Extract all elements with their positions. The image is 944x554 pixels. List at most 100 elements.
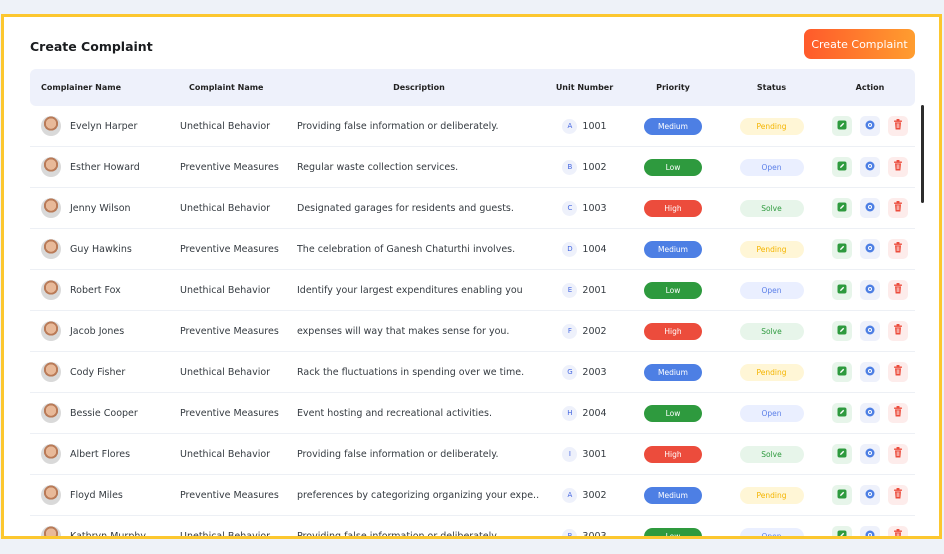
complainer-cell: Jacob Jones [30,321,171,341]
delete-button[interactable] [888,198,908,218]
view-button[interactable] [860,116,880,136]
complainer-name: Evelyn Harper [70,120,138,132]
column-header-complainer-name: Complainer Name [41,83,122,92]
view-button[interactable] [860,526,880,536]
edit-icon [837,202,847,215]
unit-letter-badge: F [562,323,578,339]
complaint-name: Preventive Measures [180,243,279,255]
action-cell [825,321,915,341]
scrollbar[interactable] [921,105,924,203]
priority-badge: Medium [644,486,702,504]
view-icon [865,161,875,174]
table-row: Jenny Wilson Unethical Behavior Designat… [30,188,915,229]
table-row: Bessie Cooper Preventive Measures Event … [30,393,915,434]
edit-button[interactable] [832,444,852,464]
view-button[interactable] [860,444,880,464]
complainer-name: Bessie Cooper [70,407,138,419]
avatar [41,239,61,259]
trash-icon [893,447,903,461]
view-icon [865,407,875,420]
table-row: Evelyn Harper Unethical Behavior Providi… [30,106,915,147]
delete-button[interactable] [888,444,908,464]
view-button[interactable] [860,157,880,177]
edit-button[interactable] [832,116,852,136]
action-cell [825,526,915,536]
delete-button[interactable] [888,362,908,382]
status-badge: Open [739,404,804,422]
unit-number: 2003 [582,366,607,378]
unit-number: 3002 [582,489,607,501]
edit-button[interactable] [832,403,852,423]
delete-button[interactable] [888,116,908,136]
delete-button[interactable] [888,280,908,300]
edit-button[interactable] [832,321,852,341]
unit-number: 2001 [582,284,607,296]
delete-button[interactable] [888,157,908,177]
delete-button[interactable] [888,321,908,341]
table-row: Floyd Miles Preventive Measures preferen… [30,475,915,516]
edit-button[interactable] [832,157,852,177]
edit-button[interactable] [832,280,852,300]
view-icon [865,530,875,536]
view-icon [865,243,875,256]
complaint-table: Complainer Name Complaint Name Descripti… [30,69,915,539]
view-button[interactable] [860,239,880,259]
complaint-panel: Create Complaint Create Complaint Compla… [1,14,942,539]
avatar [41,485,61,505]
priority-cell: Low [628,404,718,422]
table-row: Guy Hawkins Preventive Measures The cele… [30,229,915,270]
trash-icon [893,365,903,379]
view-button[interactable] [860,198,880,218]
priority-cell: Medium [628,117,718,135]
unit-cell: B 1002 [541,159,628,175]
complaint-description: Identify your largest expenditures enabl… [297,284,523,296]
avatar [41,526,61,536]
column-header-complaint-name: Complaint Name [189,83,264,92]
complainer-cell: Evelyn Harper [30,116,171,136]
complainer-cell: Floyd Miles [30,485,171,505]
complaint-name: Unethical Behavior [180,448,271,460]
complainer-name: Floyd Miles [70,489,123,501]
unit-letter-badge: E [562,282,578,298]
unit-letter-badge: D [562,241,578,257]
view-button[interactable] [860,280,880,300]
delete-button[interactable] [888,403,908,423]
unit-number: 3003 [582,530,607,539]
edit-button[interactable] [832,198,852,218]
priority-badge: Medium [644,240,702,258]
complaint-description: expenses will way that makes sense for y… [297,325,510,337]
edit-button[interactable] [832,526,852,536]
complainer-name: Albert Flores [70,448,131,460]
status-cell: Open [718,404,825,422]
status-badge: Open [739,281,804,299]
delete-button[interactable] [888,485,908,505]
view-button[interactable] [860,485,880,505]
status-badge: Solve [739,445,804,463]
unit-cell: I 3001 [541,446,628,462]
avatar [41,116,61,136]
unit-cell: H 2004 [541,405,628,421]
priority-badge: High [644,322,702,340]
edit-button[interactable] [832,239,852,259]
edit-button[interactable] [832,362,852,382]
create-complaint-button[interactable]: Create Complaint [804,29,915,59]
unit-letter-badge: I [562,446,578,462]
view-button[interactable] [860,403,880,423]
status-badge: Solve [739,322,804,340]
unit-cell: F 2002 [541,323,628,339]
status-badge: Pending [739,363,804,381]
view-button[interactable] [860,362,880,382]
complainer-name: Esther Howard [70,161,140,173]
column-header-action: Action [855,83,885,92]
trash-icon [893,283,903,297]
view-button[interactable] [860,321,880,341]
edit-icon [837,448,847,461]
table-row: Kathryn Murphy Unethical Behavior Provid… [30,516,915,539]
column-header-status: Status [756,83,787,92]
delete-button[interactable] [888,239,908,259]
priority-badge: High [644,445,702,463]
edit-button[interactable] [832,485,852,505]
avatar [41,157,61,177]
delete-button[interactable] [888,526,908,536]
status-cell: Solve [718,322,825,340]
